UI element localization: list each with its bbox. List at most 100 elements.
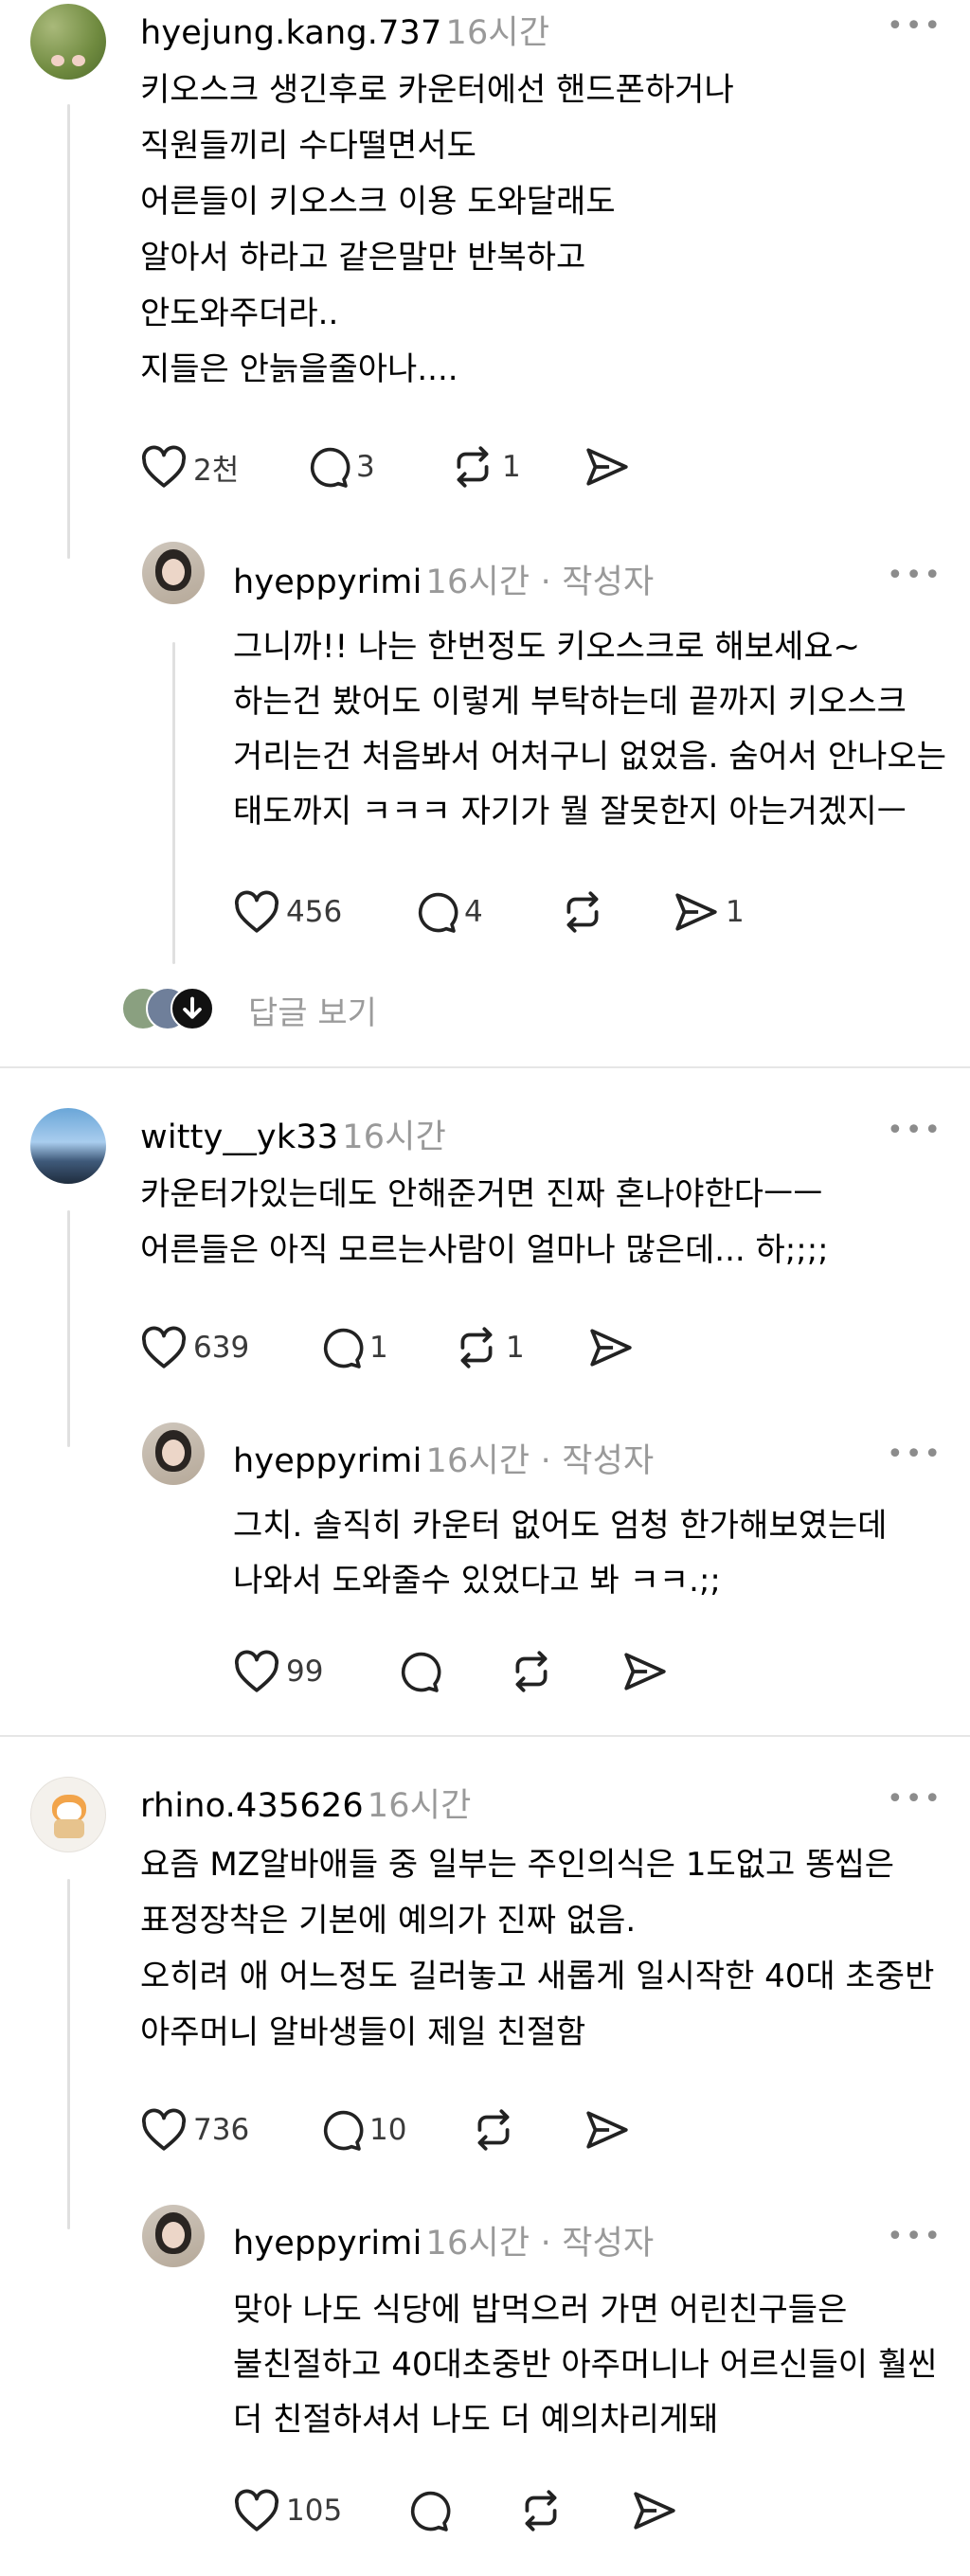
username[interactable]: witty__yk33 [140,1118,338,1156]
more-dots-icon[interactable]: ••• [887,1785,943,1814]
username[interactable]: rhino.435626 [140,1787,364,1825]
repost-arrows-icon [525,2490,557,2531]
share-button[interactable] [621,1650,669,1693]
heart-icon [141,2108,187,2151]
reply-line: 맞아 나도 식당에 밥먹으러 가면 어린친구들은 [233,2291,848,2329]
comment-bubble-icon [310,447,350,488]
like-button[interactable]: 105 [233,2489,342,2532]
share-button[interactable]: 1 [673,890,745,934]
comment-line: 오히려 애 어느정도 길러놓고 새롭게 일시작한 40대 초중반 [140,1958,935,1995]
like-count: 456 [286,895,343,929]
comment-line: 키오스크 생긴후로 카운터에선 핸드폰하거나 [140,71,734,109]
thread-line [67,1210,70,1447]
like-button[interactable]: 736 [140,2108,249,2152]
more-dots-icon[interactable]: ••• [887,2223,943,2251]
more-dots-icon[interactable]: ••• [887,1117,943,1145]
more-dots-icon[interactable]: ••• [887,12,943,41]
repost-button[interactable]: 1 [449,445,521,489]
comment-line: 안도와주더라.. [140,295,339,332]
divider [0,1066,970,1068]
comment-line: 직원들끼리 수다떨면서도 [140,127,476,165]
reply-button[interactable] [405,2489,451,2532]
reply-line: 그니까!! 나는 한번정도 키오스크로 해보세요~ [233,628,861,666]
avatar[interactable] [142,1422,205,1485]
share-button[interactable] [584,445,631,489]
repost-button[interactable] [517,2489,565,2532]
share-button[interactable] [584,2108,631,2152]
reply-button[interactable]: 3 [305,445,375,489]
send-paper-plane-icon [624,1653,666,1690]
repost-button[interactable] [559,890,606,934]
username[interactable]: hyeppyrimi [233,2225,422,2263]
comment-body: 키오스크 생긴후로 카운터에선 핸드폰하거나 직원들끼리 수다떨면서도 어른들이… [140,63,734,398]
heart-icon [234,890,279,933]
username-row: hyeppyrimi 16시간 · 작성자 [233,2216,654,2264]
timestamp: 16시간 · 작성자 [425,2225,655,2263]
reply-button[interactable]: 1 [318,1326,388,1369]
send-paper-plane-icon [590,1329,632,1367]
repost-button[interactable] [508,1650,555,1693]
username[interactable]: hyeppyrimi [233,1442,422,1480]
comment-line: 알아서 하라고 같은말만 반복하고 [140,239,586,277]
timestamp: 16시간 · 작성자 [425,1442,655,1480]
like-button[interactable]: 99 [233,1650,323,1693]
username-row: hyeppyrimi 16시간 · 작성자 [233,1434,654,1482]
thread-line [67,104,70,559]
repost-arrows-icon [566,891,599,933]
timestamp: 16시간 [367,1787,472,1825]
reply-line: 거리는건 처음봐서 어처구니 없었음. 숨어서 안나오는 [233,738,947,776]
avatar[interactable] [30,1108,106,1184]
like-button[interactable]: 2천 [140,445,239,489]
repost-button[interactable] [470,2108,517,2152]
heart-icon [141,445,187,488]
repost-arrows-icon [460,1327,493,1368]
timestamp: 16시간 · 작성자 [425,564,655,601]
reply-line: 더 친절하셔서 나도 더 예의차리게돼 [233,2401,719,2439]
share-count: 1 [726,895,745,929]
timestamp: 16시간 [445,14,550,52]
comment-bubble-icon [323,2110,364,2151]
avatar[interactable] [142,2205,205,2267]
send-paper-plane-icon [675,893,717,931]
show-replies-label[interactable]: 답글 보기 [248,987,377,1033]
reply-body: 그치. 솔직히 카운터 없어도 엄청 한가해보였는데 나와서 도와줄수 있었다고… [233,1498,887,1608]
reply-body: 그니까!! 나는 한번정도 키오스크로 해보세요~ 하는건 봤어도 이렇게 부탁… [233,619,946,839]
send-paper-plane-icon [634,2492,675,2530]
reply-button[interactable]: 10 [318,2108,406,2152]
reply-count: 4 [464,895,483,929]
avatar[interactable] [30,1777,106,1852]
repost-arrows-icon [477,2109,510,2151]
reply-button[interactable]: 4 [413,890,483,934]
comment-bubble-icon [401,1652,441,1692]
more-dots-icon[interactable]: ••• [887,562,943,590]
comment-body: 카운터가있는데도 안해준거면 진짜 혼나야한다ㅡㅡ 어른들은 아직 모르는사람이… [140,1167,829,1279]
repost-button[interactable]: 1 [453,1326,525,1369]
username[interactable]: hyeppyrimi [233,564,422,601]
reply-line: 하는건 봤어도 이렇게 부탁하는데 끝까지 키오스크 [233,683,907,721]
send-paper-plane-icon [586,2111,628,2149]
username[interactable]: hyejung.kang.737 [140,14,442,52]
repost-arrows-icon [457,446,489,488]
comment-bubble-icon [323,1328,364,1368]
reply-count: 3 [356,450,375,484]
username-row: hyeppyrimi 16시간 · 작성자 [233,555,654,603]
share-button[interactable] [587,1326,635,1369]
like-count: 639 [193,1331,250,1365]
show-replies-row[interactable]: 답글 보기 [121,985,405,1033]
like-button[interactable]: 639 [140,1326,249,1369]
username-row: rhino.435626 16시간 [140,1779,472,1827]
comment-line: 표정장착은 기본에 예의가 진짜 없음. [140,1902,637,1940]
comment-line: 어른들은 아직 모르는사람이 얼마나 많은데... 하;;;; [140,1231,829,1269]
more-dots-icon[interactable]: ••• [887,1440,943,1469]
share-button[interactable] [631,2489,678,2532]
comment-bubble-icon [418,892,458,933]
like-count: 105 [286,2494,343,2528]
reply-button[interactable] [396,1650,441,1693]
username-row: witty__yk33 16시간 [140,1110,446,1158]
comment-line: 지들은 안늙을줄아나.... [140,350,458,388]
like-button[interactable]: 456 [233,890,342,934]
reply-line: 나와서 도와줄수 있었다고 봐 ㅋㅋ.;; [233,1562,721,1600]
avatar[interactable] [142,542,205,604]
like-count: 99 [286,1655,324,1689]
avatar[interactable] [30,4,106,80]
